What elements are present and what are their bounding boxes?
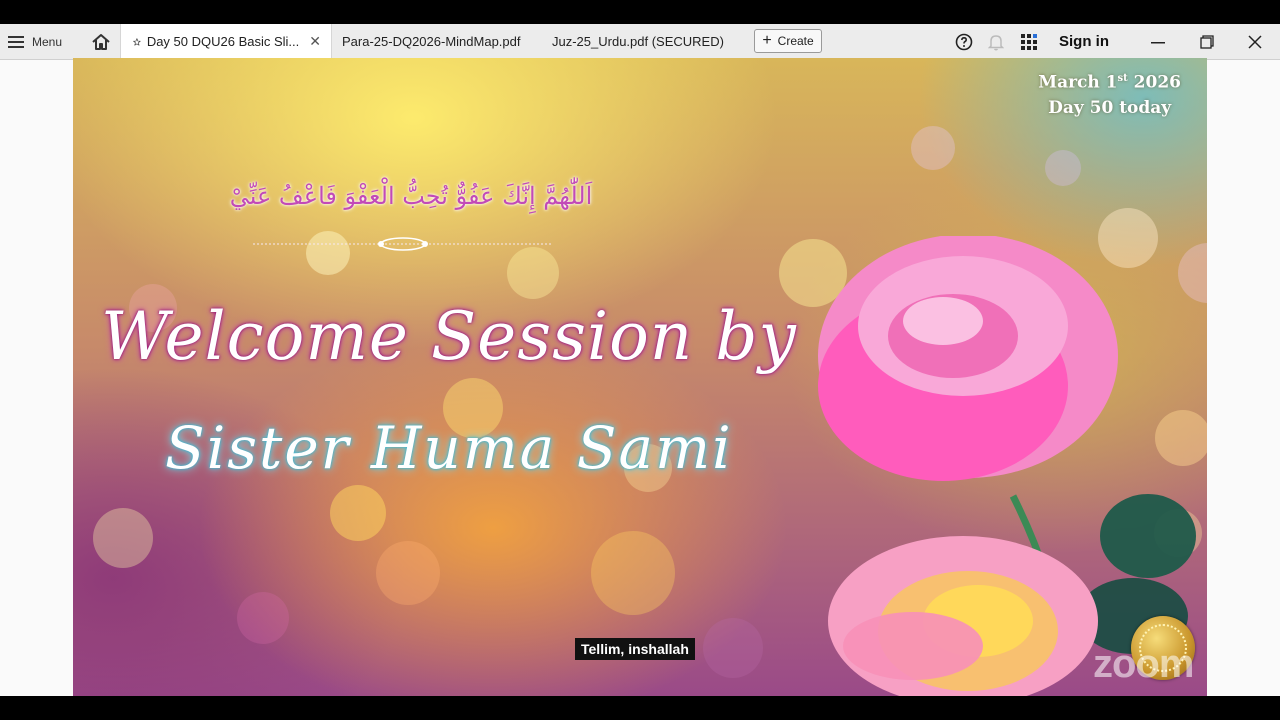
apps-button[interactable] [1019,24,1039,59]
notifications-button[interactable] [987,24,1005,59]
bottom-letterbox [0,696,1280,720]
help-icon [955,33,973,50]
arabic-dua: اَللّٰهُمَّ إِنَّكَ عَفُوٌّ تُحِبُّ الْع… [229,182,593,210]
ornament-divider-icon [253,237,553,251]
slide-title: Welcome Session by [101,298,797,375]
close-icon[interactable]: ✕ [309,33,321,50]
tab-mindmap-pdf[interactable]: Para-25-DQ2026-MindMap.pdf [342,24,520,59]
menu-button[interactable]: Menu [8,24,62,59]
tab-label: Para-25-DQ2026-MindMap.pdf [342,34,521,49]
plus-icon: + [762,32,772,49]
create-button[interactable]: + Create [754,29,822,53]
bell-icon [988,34,1004,50]
presenter-name: Sister Huma Sami [165,414,733,482]
zoom-watermark: zoom [1093,642,1194,686]
tab-label: Day 50 DQU26 Basic Sli... [146,34,300,49]
minimize-icon [1151,41,1165,43]
help-button[interactable] [954,24,974,59]
restore-button[interactable] [1192,24,1222,59]
live-caption: Tellim, inshallah [575,638,695,660]
apps-grid-icon [1021,33,1037,50]
home-button[interactable] [88,24,114,59]
slide-canvas: March 1st 2026 Day 50 today اَللّٰهُمَّ … [73,58,1207,696]
window-close-button[interactable] [1240,24,1270,59]
star-icon[interactable] [133,34,141,50]
create-label: Create [777,34,814,48]
minimize-button[interactable] [1143,24,1173,59]
menu-label: Menu [32,34,63,49]
sign-in-button[interactable]: Sign in [1059,24,1109,59]
date-line-1: March 1st 2026 [1038,72,1181,93]
hamburger-menu-icon [8,35,24,48]
tab-juz-urdu-pdf[interactable]: Juz-25_Urdu.pdf (SECURED) [552,24,724,59]
home-icon [92,33,110,50]
restore-icon [1200,34,1214,49]
app-toolbar: Menu Day 50 DQU26 Basic Sli... ✕ Para-25… [0,24,1280,60]
tab-label: Juz-25_Urdu.pdf (SECURED) [552,34,724,49]
window-close-icon [1248,34,1262,49]
tab-day-50-slides[interactable]: Day 50 DQU26 Basic Sli... ✕ [120,24,332,59]
date-line-2: Day 50 today [1048,97,1172,118]
slide-date: March 1st 2026 Day 50 today [1038,66,1181,121]
top-letterbox [0,0,1280,24]
